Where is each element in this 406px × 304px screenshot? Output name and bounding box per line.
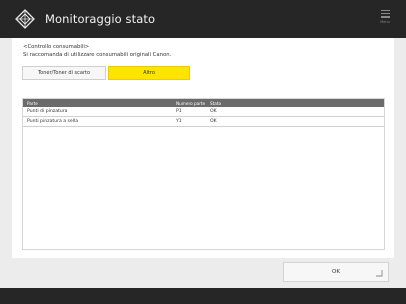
table-row: Punti pinzatura a sella Y1 OK xyxy=(23,117,384,127)
column-header-status: Stato xyxy=(210,100,222,106)
status-monitor-logo-icon xyxy=(14,8,36,30)
bottom-bar xyxy=(0,288,406,304)
tab-altro[interactable]: Altro xyxy=(108,66,190,80)
tab-toner[interactable]: Toner/Toner di scarto xyxy=(22,66,106,80)
menu-label: Menu xyxy=(380,19,390,24)
title-bar: Monitoraggio stato Menu xyxy=(0,0,406,38)
hamburger-menu-icon xyxy=(380,10,390,12)
status-panel: <Controllo consumabili> Si raccomanda di… xyxy=(12,38,394,258)
enter-corner-icon xyxy=(376,270,383,277)
cell-status: OK xyxy=(210,109,217,114)
column-header-part-number: Numero parte xyxy=(176,100,206,106)
hamburger-menu-icon-bar2 xyxy=(380,13,390,15)
parts-table: Parte Numero parte Stato Punti di pinzat… xyxy=(22,98,385,250)
table-header: Parte Numero parte Stato xyxy=(23,99,384,107)
menu-button[interactable]: Menu xyxy=(376,8,394,30)
ok-button-label: OK xyxy=(332,269,340,275)
ok-button[interactable]: OK xyxy=(283,262,389,282)
column-header-part: Parte xyxy=(27,100,38,106)
notice-heading: <Controllo consumabili> xyxy=(23,44,90,50)
hamburger-menu-icon-bar3 xyxy=(380,16,390,18)
table-row: Punti di pinzatura P1 OK xyxy=(23,107,384,117)
cell-part: Punti di pinzatura xyxy=(27,109,68,114)
notice-text: Si raccomanda di utilizzare consumabili … xyxy=(23,52,172,58)
consumables-tabs: Toner/Toner di scarto Altro xyxy=(22,66,190,80)
cell-status: OK xyxy=(210,119,217,124)
cell-part-number: Y1 xyxy=(176,119,182,124)
cell-part-number: P1 xyxy=(176,109,182,114)
window-title: Monitoraggio stato xyxy=(45,12,156,26)
cell-part: Punti pinzatura a sella xyxy=(27,119,79,124)
consumables-notice: <Controllo consumabili> Si raccomanda di… xyxy=(23,43,171,59)
